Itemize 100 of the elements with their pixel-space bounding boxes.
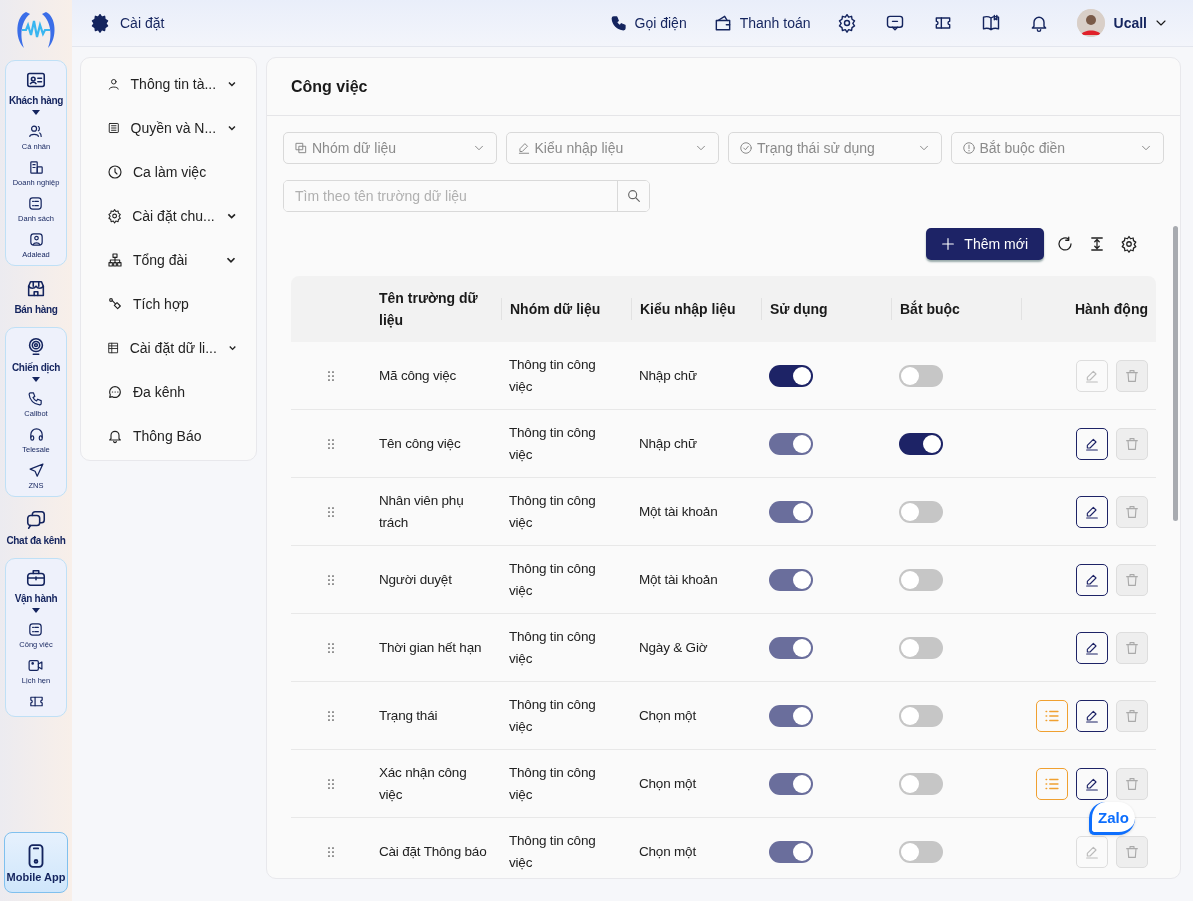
table-cell-text: Thông tin công việc [508,627,597,668]
column-header: Bắt buộc [891,298,1021,320]
menu-item[interactable]: Quyền và N... [130,120,217,136]
trash-icon [1124,367,1140,384]
edit-button[interactable] [1076,427,1108,460]
user-square-icon [27,231,45,248]
options-button[interactable] [1036,699,1068,732]
zalo-chat-button[interactable]: Zalo [1089,802,1135,835]
edit-button[interactable] [1076,563,1108,596]
delete-button[interactable] [1116,359,1148,392]
table-cell-text: Trạng thái [378,706,439,725]
search-icon [625,188,642,204]
refresh-icon [1056,235,1074,253]
delete-button[interactable] [1116,563,1148,596]
table-cell-text: Một tài khoản [638,570,719,589]
table-icon [107,340,120,356]
list-icon [27,621,45,638]
toggle-switch[interactable] [769,364,813,387]
menu-item[interactable]: Cài đặt chu... [132,208,215,224]
trash-icon [1124,571,1140,588]
table-cell-text: Chọn một [638,774,697,793]
toggle-switch[interactable] [899,704,943,727]
toggle-switch[interactable] [899,772,943,795]
add-button[interactable]: Thêm mới [926,228,1044,260]
menu-item[interactable]: Đa kênh [133,384,238,400]
plus-icon [940,236,957,252]
table-cell-text: Tên công việc [378,434,462,453]
table-cell-text: Nhân viên phụ trách [378,491,465,532]
scrollbar[interactable] [1173,226,1178,521]
delete-button[interactable] [1116,767,1148,800]
menu-item[interactable]: Tổng đài [133,252,214,268]
caret-icon[interactable] [32,110,40,115]
column-header: Kiểu nhập liệu [631,298,761,320]
menu-item[interactable]: Thông tin tà... [130,76,217,92]
nav-group-label[interactable]: Chat đa kênh [6,535,66,546]
caret-icon[interactable] [32,608,40,613]
delete-button[interactable] [1116,835,1148,868]
table-cell-text: Thông tin công việc [508,763,597,804]
column-header: Sử dụng [761,298,891,320]
people-icon [27,123,45,140]
delete-button[interactable] [1116,699,1148,732]
toggle-switch[interactable] [899,432,943,455]
document-icon [107,120,121,136]
delete-button[interactable] [1116,427,1148,460]
page-title: Cài đặt [120,15,165,31]
edit-button[interactable] [1076,767,1108,800]
toggle-switch[interactable] [899,636,943,659]
menu-item[interactable]: Cài đặt dữ li... [129,340,217,356]
nav-group-label[interactable]: Chiến dịch [11,362,61,373]
edit-button[interactable] [1076,631,1108,664]
mobile-app-button[interactable]: Mobile App [4,832,68,893]
caret-icon[interactable] [32,377,40,382]
nav-group-label[interactable]: Bán hàng [14,304,58,315]
message-icon [884,13,905,33]
building-icon [27,159,45,176]
settings-icon [90,13,110,33]
toggle-switch[interactable] [899,568,943,591]
send-icon [27,462,45,479]
clock-icon [107,164,123,180]
trash-icon [1124,435,1140,452]
table-cell-text: Xác nhận công việc [378,763,468,804]
edit-button[interactable] [1076,699,1108,732]
alert-icon [961,141,976,155]
pen-icon [516,141,531,155]
payment-button[interactable]: Thanh toán [712,13,811,33]
avatar[interactable] [1076,9,1105,37]
table-cell-text: Thông tin công việc [508,355,597,396]
user-name[interactable]: Ucall [1113,15,1147,31]
column-header: Hành động [1021,298,1156,320]
delete-button[interactable] [1116,495,1148,528]
toggle-switch[interactable] [899,500,943,523]
chat-bubbles-icon [25,509,47,531]
row-height-icon [1088,235,1106,253]
table-cell-text: Nhập chữ [638,434,698,453]
group-icon [294,141,308,155]
toggle-switch[interactable] [899,364,943,387]
table-cell-text: Thời gian hết hạn [378,638,483,657]
edit-button[interactable] [1076,495,1108,528]
link-icon [107,296,123,312]
trash-icon [1124,503,1140,520]
table-cell-text: Nhập chữ [638,366,698,385]
user-icon [107,76,121,92]
call-button[interactable]: Gọi điện [609,14,687,32]
table-cell-text: Thông tin công việc [508,491,597,532]
phone-icon [27,390,45,407]
nav-group-label[interactable]: Khách hàng [8,95,64,106]
trash-icon [1124,707,1140,724]
menu-item[interactable]: Thông Báo [133,428,238,444]
toggle-switch[interactable] [899,840,943,863]
table-cell-text: Mã công việc [378,366,458,385]
settings-icon [1120,235,1138,253]
options-button[interactable] [1036,767,1068,800]
check-circle-icon [739,141,753,155]
delete-button[interactable] [1116,631,1148,664]
nav-group-label[interactable]: Vận hành [14,593,58,604]
search-button[interactable] [617,181,649,211]
menu-item[interactable]: Tích hợp [133,296,238,312]
book-icon [980,13,1001,33]
menu-item[interactable]: Ca làm việc [133,164,238,180]
video-camera-icon [27,657,45,674]
